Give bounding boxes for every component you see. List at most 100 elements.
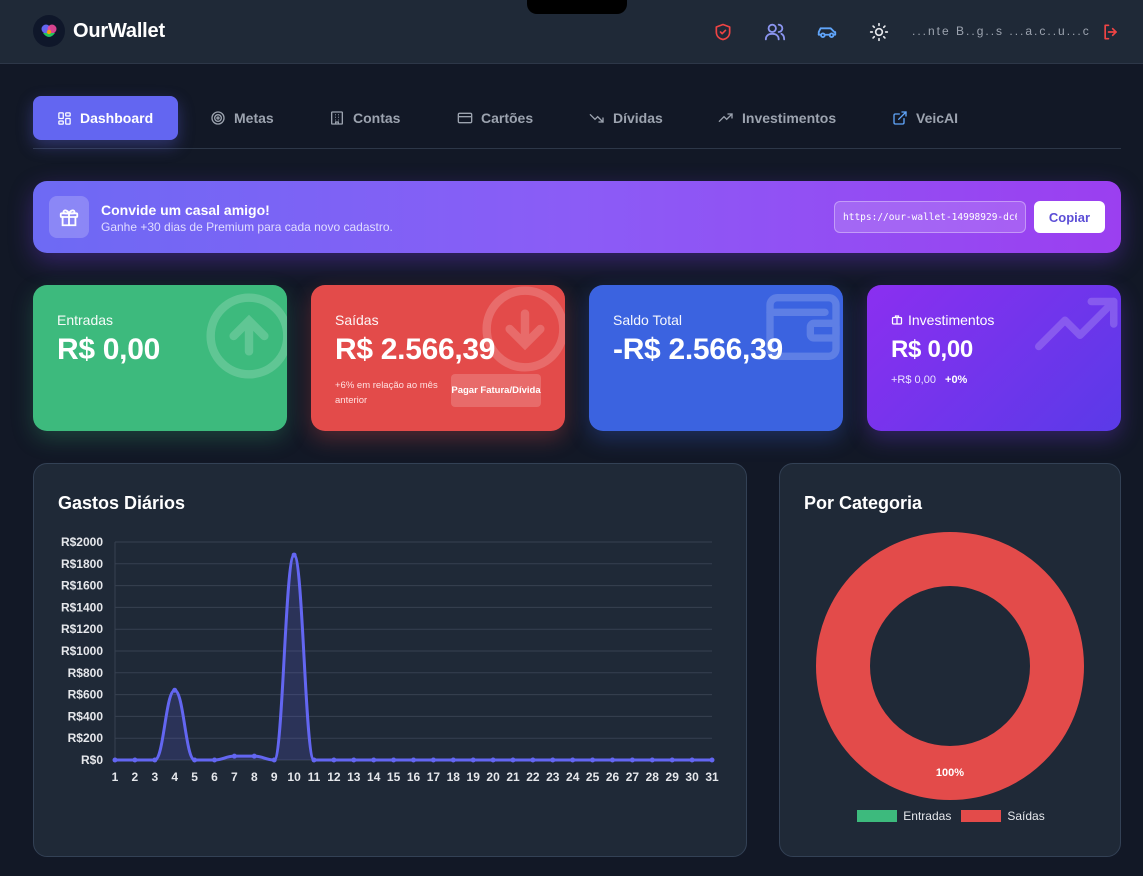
- logo[interactable]: OurWallet: [33, 15, 165, 47]
- x-tick-label: 26: [606, 770, 620, 784]
- x-tick-label: 27: [626, 770, 640, 784]
- tab-cartoes[interactable]: Cartões: [457, 96, 533, 140]
- data-point[interactable]: [192, 757, 198, 763]
- card-icon: [457, 112, 473, 124]
- donut-slice[interactable]: [816, 532, 1084, 800]
- x-tick-label: 7: [231, 770, 238, 784]
- legend-item-entradas[interactable]: Entradas: [857, 809, 951, 823]
- logout-icon[interactable]: [1098, 19, 1124, 45]
- legend-swatch: [961, 810, 1002, 822]
- gift-icon: [49, 196, 89, 238]
- data-point[interactable]: [689, 757, 695, 763]
- external-link-icon: [893, 111, 907, 125]
- x-tick-label: 1: [112, 770, 119, 784]
- data-point[interactable]: [610, 757, 615, 763]
- data-point[interactable]: [311, 757, 317, 763]
- investment-change-pct: +0%: [945, 374, 968, 386]
- data-point[interactable]: [709, 757, 715, 763]
- copy-button[interactable]: Copiar: [1034, 201, 1105, 233]
- shield-icon[interactable]: [710, 19, 736, 45]
- data-point[interactable]: [271, 757, 277, 763]
- x-tick-label: 9: [271, 770, 278, 784]
- daily-line-chart: R$0 R$200 R$400 R$600 R$800 R$1000 R$1200 R$140…: [61, 535, 719, 784]
- x-tick-label: 13: [347, 770, 361, 784]
- data-point[interactable]: [550, 757, 556, 763]
- card-value: R$ 0,00: [57, 333, 160, 366]
- tab-veicai[interactable]: VeicAI: [892, 96, 958, 140]
- data-point[interactable]: [590, 757, 596, 763]
- grid-icon: [58, 111, 71, 125]
- tab-dashboard[interactable]: Dashboard: [33, 96, 178, 140]
- data-point[interactable]: [132, 757, 138, 763]
- tab-metas[interactable]: Metas: [210, 96, 274, 140]
- comparison-note: +6% em relação ao mês anterior: [335, 380, 438, 406]
- car-icon[interactable]: [814, 19, 840, 45]
- y-tick-label: R$0: [81, 753, 103, 767]
- invite-link-field[interactable]: [834, 201, 1026, 233]
- tab-label: Cartões: [481, 110, 534, 126]
- user-email: ...nte B..g..s ...a.c..u...c: [912, 24, 1091, 38]
- chart-legend: Entradas Saídas: [780, 809, 1122, 823]
- data-point[interactable]: [391, 757, 397, 763]
- data-point[interactable]: [629, 757, 635, 763]
- x-tick-label: 17: [427, 770, 441, 784]
- x-tick-label: 16: [407, 770, 421, 784]
- card-value: -R$ 2.566,39: [613, 333, 783, 366]
- x-tick-label: 12: [327, 770, 341, 784]
- data-point[interactable]: [450, 757, 456, 763]
- data-point[interactable]: [510, 757, 516, 763]
- sun-icon[interactable]: [866, 19, 892, 45]
- category-panel: Por Categoria 100% Entradas Saídas: [779, 463, 1121, 857]
- data-point[interactable]: [351, 757, 357, 763]
- x-tick-label: 23: [546, 770, 560, 784]
- legend-item-saidas[interactable]: Saídas: [961, 809, 1045, 823]
- x-tick-label: 31: [705, 770, 719, 784]
- invite-subtitle: Ganhe +30 dias de Premium para cada novo…: [101, 220, 393, 234]
- data-point[interactable]: [371, 757, 377, 763]
- data-point[interactable]: [430, 757, 436, 763]
- card-saldo: Saldo Total -R$ 2.566,39: [589, 285, 843, 431]
- data-point[interactable]: [251, 753, 257, 759]
- x-tick-label: 15: [387, 770, 401, 784]
- trending-down-icon: [589, 114, 604, 123]
- data-point[interactable]: [152, 757, 158, 763]
- data-point[interactable]: [490, 757, 496, 763]
- data-point[interactable]: [331, 757, 337, 763]
- data-point[interactable]: [112, 757, 118, 763]
- bank-icon: [331, 111, 343, 125]
- users-icon[interactable]: [762, 19, 788, 45]
- data-point[interactable]: [530, 757, 536, 763]
- investment-change-value: +R$ 0,00: [891, 374, 936, 386]
- data-point[interactable]: [212, 757, 217, 763]
- x-tick-label: 10: [287, 770, 301, 784]
- tab-contas[interactable]: Contas: [329, 96, 400, 140]
- x-tick-label: 5: [191, 770, 198, 784]
- tab-dividas[interactable]: Dívidas: [589, 96, 663, 140]
- x-tick-label: 6: [211, 770, 218, 784]
- invite-banner: Convide um casal amigo! Ganhe +30 dias d…: [33, 181, 1121, 253]
- tab-label: Metas: [234, 110, 274, 126]
- data-point[interactable]: [570, 757, 576, 763]
- camera-notch: [527, 0, 627, 14]
- brand-name: OurWallet: [73, 19, 165, 42]
- card-value: R$ 0,00: [891, 336, 973, 363]
- data-point[interactable]: [649, 757, 655, 763]
- data-point[interactable]: [470, 757, 476, 763]
- target-icon: [211, 111, 225, 125]
- card-label: Entradas: [57, 312, 114, 328]
- data-point[interactable]: [291, 552, 297, 558]
- data-point[interactable]: [172, 687, 178, 693]
- x-tick-label: 22: [526, 770, 540, 784]
- tab-investimentos[interactable]: Investimentos: [718, 96, 836, 140]
- data-point[interactable]: [231, 753, 237, 759]
- data-point[interactable]: [669, 757, 675, 763]
- x-tick-label: 21: [506, 770, 520, 784]
- legend-label: Saídas: [1007, 809, 1045, 823]
- y-tick-label: R$1400: [61, 600, 103, 614]
- pay-bill-button[interactable]: Pagar Fatura/Dívida: [451, 374, 541, 407]
- y-tick-label: R$1600: [61, 579, 103, 593]
- x-tick-label: 24: [566, 770, 580, 784]
- x-tick-label: 19: [467, 770, 481, 784]
- data-point[interactable]: [411, 757, 416, 763]
- card-investimentos: Investimentos R$ 0,00 +R$ 0,00 +0%: [867, 285, 1121, 431]
